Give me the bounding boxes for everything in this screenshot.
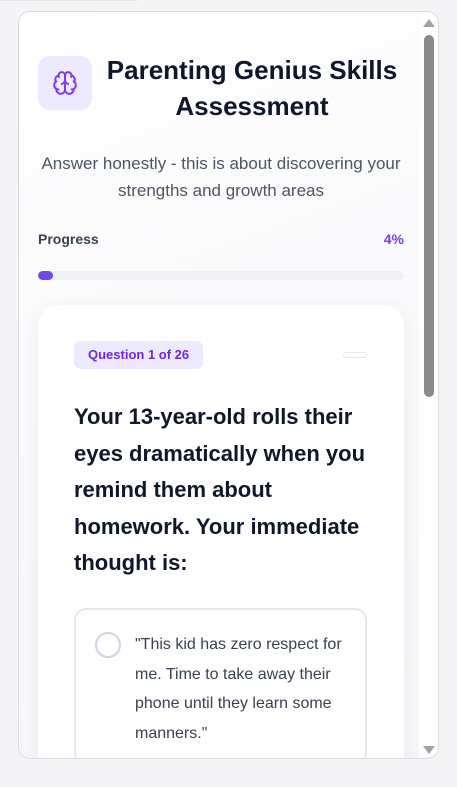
page-title: Parenting Genius Skills Assessment [106, 55, 398, 121]
question-indicator-pill [343, 352, 367, 358]
progress-bar-fill [38, 271, 53, 280]
scroll-down-arrow-icon[interactable] [423, 746, 435, 754]
answer-option-text: "This kid has zero respect for me. Time … [135, 636, 342, 742]
radio-button[interactable] [95, 632, 121, 658]
brain-icon-tile [38, 56, 92, 110]
question-card: Question 1 of 26 Your 13-year-old rolls … [38, 305, 404, 758]
top-hairline [0, 0, 138, 1]
answer-option-1[interactable]: "This kid has zero respect for me. Time … [74, 608, 367, 758]
scroll-up-arrow-icon[interactable] [423, 19, 435, 27]
app-window: Parenting Genius Skills Assessment Answe… [18, 11, 439, 759]
scrollbar-thumb[interactable] [424, 35, 434, 397]
question-text: Your 13-year-old rolls their eyes dramat… [74, 404, 366, 575]
vertical-scrollbar[interactable] [419, 12, 438, 758]
progress-label: Progress [38, 231, 99, 247]
scroll-content: Parenting Genius Skills Assessment Answe… [19, 12, 421, 758]
progress-percent: 4% [383, 231, 404, 247]
question-counter-badge: Question 1 of 26 [74, 341, 204, 369]
page-subtitle: Answer honestly - this is about discover… [41, 154, 401, 200]
brain-icon [53, 71, 77, 95]
progress-header: Progress 4% [38, 230, 404, 252]
progress-bar [38, 271, 404, 280]
